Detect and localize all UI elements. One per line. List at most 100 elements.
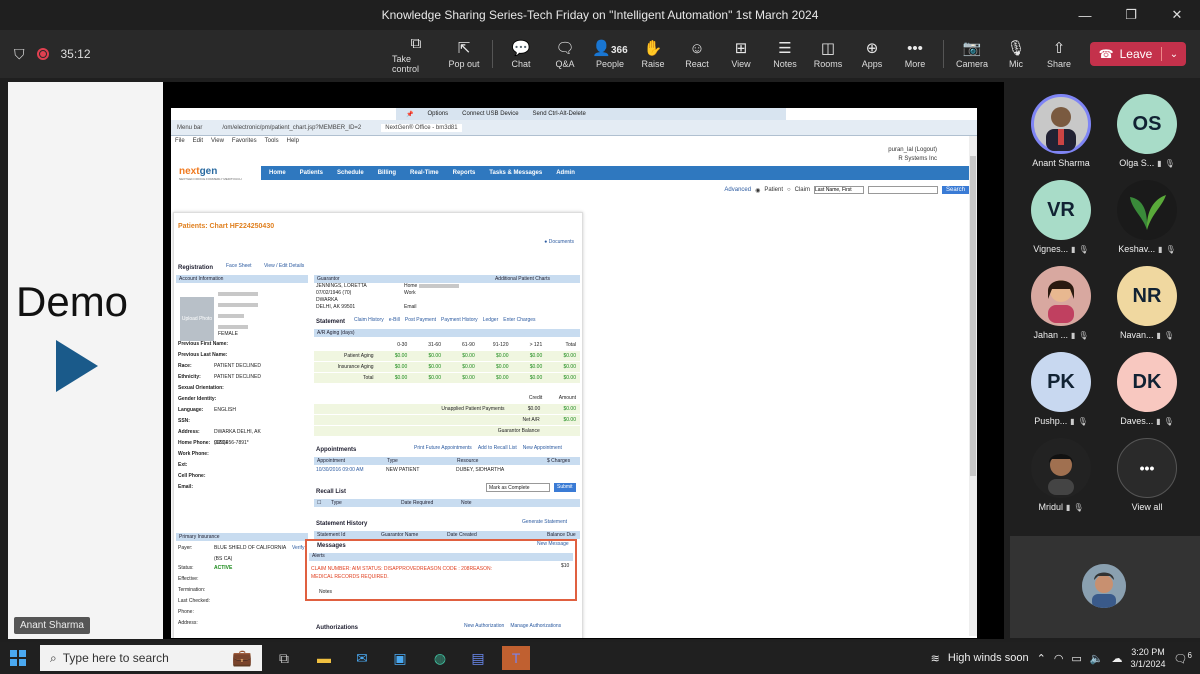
- new-authorization-link[interactable]: New Authorization: [464, 621, 504, 632]
- claim-alert[interactable]: CLAIM NUMBER: AIM STATUS: DISAPPROVEDREA…: [311, 565, 492, 581]
- view-all-button[interactable]: ••• View all: [1102, 438, 1192, 518]
- qa-button[interactable]: 🗨 Q&A: [550, 30, 580, 78]
- leave-button[interactable]: ☎ Leave ⌄: [1090, 42, 1186, 66]
- claim-history-link[interactable]: Claim History: [354, 315, 384, 326]
- recall-link[interactable]: Add to Recall List: [478, 443, 517, 454]
- enter-charges-link[interactable]: Enter Charges: [503, 315, 535, 326]
- search-type-select[interactable]: Last Name, First: [813, 186, 864, 194]
- browser-tab[interactable]: NextGen® Office - bm3d81: [381, 123, 462, 132]
- chevron-up-icon[interactable]: ⌃: [1037, 652, 1046, 665]
- ledger-link[interactable]: Ledger: [483, 315, 499, 326]
- recall-submit-button[interactable]: Submit: [554, 483, 576, 492]
- pop-out-button[interactable]: ⇱ Pop out: [446, 30, 482, 78]
- nav-admin[interactable]: Admin: [556, 170, 575, 176]
- remote-desktop-icon[interactable]: ▤: [464, 646, 492, 670]
- nav-real-time[interactable]: Real-Time: [410, 170, 439, 176]
- menu-favorites[interactable]: Favorites: [232, 138, 257, 144]
- pin-icon[interactable]: 📌: [406, 111, 413, 118]
- post-payment-link[interactable]: Post Payment: [405, 315, 436, 326]
- new-appointment-link[interactable]: New Appointment: [523, 443, 562, 454]
- url-field[interactable]: /om/electronic/pm/patient_chart.jsp?MEMB…: [222, 125, 361, 131]
- nav-patients[interactable]: Patients: [300, 170, 323, 176]
- participant-tile[interactable]: Keshav... ▮ 🎙: [1102, 180, 1192, 260]
- close-icon[interactable]: ✕: [1154, 0, 1200, 30]
- edge-icon[interactable]: ◍: [426, 646, 454, 670]
- radio-patient[interactable]: ◉: [755, 187, 760, 194]
- rdp-options[interactable]: Options: [427, 111, 448, 117]
- face-sheet-link[interactable]: Face Sheet: [226, 261, 252, 272]
- advanced-link[interactable]: Advanced: [724, 187, 751, 193]
- taskbar-clock[interactable]: 3:20 PM 3/1/2024: [1131, 646, 1166, 670]
- windows-start-icon[interactable]: [10, 650, 26, 666]
- nav-reports[interactable]: Reports: [453, 170, 476, 176]
- participant-tile[interactable]: DK Daves... ▮ 🎙: [1102, 352, 1192, 432]
- camera-button[interactable]: 📷 Camera: [955, 30, 989, 78]
- verify-link[interactable]: Verify: [292, 543, 305, 554]
- minimize-icon[interactable]: —: [1062, 0, 1108, 30]
- view-button[interactable]: ⊞ View: [726, 30, 756, 78]
- participant-tile[interactable]: PK Pushp... ▮ 🎙: [1016, 352, 1106, 432]
- view-edit-link[interactable]: View / Edit Details: [264, 261, 304, 272]
- ebill-link[interactable]: e-Bill: [389, 315, 400, 326]
- manage-authorizations-link[interactable]: Manage Authorizations: [510, 621, 561, 632]
- store-icon[interactable]: ▣: [386, 646, 414, 670]
- mic-button[interactable]: 🎙 Mic: [1002, 30, 1030, 78]
- share-button[interactable]: ⇧ Share: [1044, 30, 1074, 78]
- rdp-ctrl-alt-del[interactable]: Send Ctrl-Alt-Delete: [533, 111, 586, 117]
- speaker-icon[interactable]: 🔈: [1090, 652, 1104, 665]
- nav-billing[interactable]: Billing: [378, 170, 396, 176]
- raise-hand-button[interactable]: ✋ Raise: [638, 30, 668, 78]
- generate-statement-link[interactable]: Generate Statement: [522, 517, 567, 528]
- maximize-icon[interactable]: ❐: [1108, 0, 1154, 30]
- checkbox-icon[interactable]: ☐: [317, 500, 331, 506]
- new-message-link[interactable]: New Message: [537, 539, 569, 550]
- documents-link[interactable]: ● Documents: [544, 239, 574, 245]
- mail-icon[interactable]: ✉: [348, 646, 376, 670]
- print-appointments-link[interactable]: Print Future Appointments: [414, 443, 472, 454]
- weather-text[interactable]: High winds soon: [948, 652, 1029, 664]
- participant-tile[interactable]: Jahan ... ▮ 🎙: [1016, 266, 1106, 346]
- participant-tile[interactable]: NR Navan... ▮ 🎙: [1102, 266, 1192, 346]
- notification-icon[interactable]: 🗨6: [1174, 651, 1192, 666]
- search-button[interactable]: Search: [941, 186, 969, 194]
- taskbar-search[interactable]: ⌕ Type here to search 💼: [40, 645, 262, 671]
- chevron-down-icon[interactable]: ⌄: [1162, 49, 1186, 60]
- participant-tile[interactable]: Anant Sharma: [1016, 94, 1106, 174]
- rooms-button[interactable]: ◫ Rooms: [812, 30, 844, 78]
- menu-edit[interactable]: Edit: [193, 138, 203, 144]
- user-logout[interactable]: puran_lal (Logout): [888, 146, 937, 155]
- teams-icon[interactable]: T: [502, 646, 530, 670]
- nav-tasks-messages[interactable]: Tasks & Messages: [489, 170, 542, 176]
- upload-photo[interactable]: Upload Photo: [180, 297, 214, 341]
- page-scrollbar[interactable]: [969, 136, 977, 636]
- rdp-usb[interactable]: Connect USB Device: [462, 111, 518, 117]
- table-row[interactable]: 10/30/2016 09:00 AM NEW PATIENT DUBEY, S…: [316, 465, 582, 476]
- nav-schedule[interactable]: Schedule: [337, 170, 364, 176]
- file-explorer-icon[interactable]: ▬: [310, 646, 338, 670]
- take-control-button[interactable]: ⧉ Take control: [392, 30, 440, 78]
- more-button[interactable]: ••• More: [900, 30, 930, 78]
- menu-tools[interactable]: Tools: [265, 138, 279, 144]
- participant-tile[interactable]: Mridul ▮ 🎙: [1016, 438, 1106, 518]
- apps-button[interactable]: ⊕ Apps: [857, 30, 887, 78]
- nav-home[interactable]: Home: [269, 170, 286, 176]
- menu-view[interactable]: View: [211, 138, 224, 144]
- payment-history-link[interactable]: Payment History: [441, 315, 478, 326]
- leave-main[interactable]: ☎ Leave: [1090, 47, 1162, 61]
- participant-tile[interactable]: OS Olga S... ▮ 🎙: [1102, 94, 1192, 174]
- battery-icon[interactable]: ▭: [1071, 652, 1081, 665]
- recall-action-select[interactable]: Mark as Complete: [486, 483, 550, 492]
- notes-button[interactable]: ☰ Notes: [770, 30, 800, 78]
- radio-claim[interactable]: ○: [787, 187, 791, 193]
- cloud-icon[interactable]: ☁: [1112, 652, 1123, 665]
- search-input[interactable]: [867, 186, 938, 194]
- shield-icon[interactable]: ⛉: [14, 46, 25, 63]
- network-icon[interactable]: ◠: [1054, 652, 1064, 665]
- react-button[interactable]: ☺ React: [682, 30, 712, 78]
- participant-tile[interactable]: VR Vignes... ▮ 🎙: [1016, 180, 1106, 260]
- shared-screen[interactable]: 📌 Options Connect USB Device Send Ctrl-A…: [163, 82, 1004, 639]
- additional-charts[interactable]: Additional Patient Charts: [495, 276, 550, 282]
- menu-help[interactable]: Help: [287, 138, 299, 144]
- menu-file[interactable]: File: [175, 138, 185, 144]
- chat-button[interactable]: 💬 Chat: [506, 30, 536, 78]
